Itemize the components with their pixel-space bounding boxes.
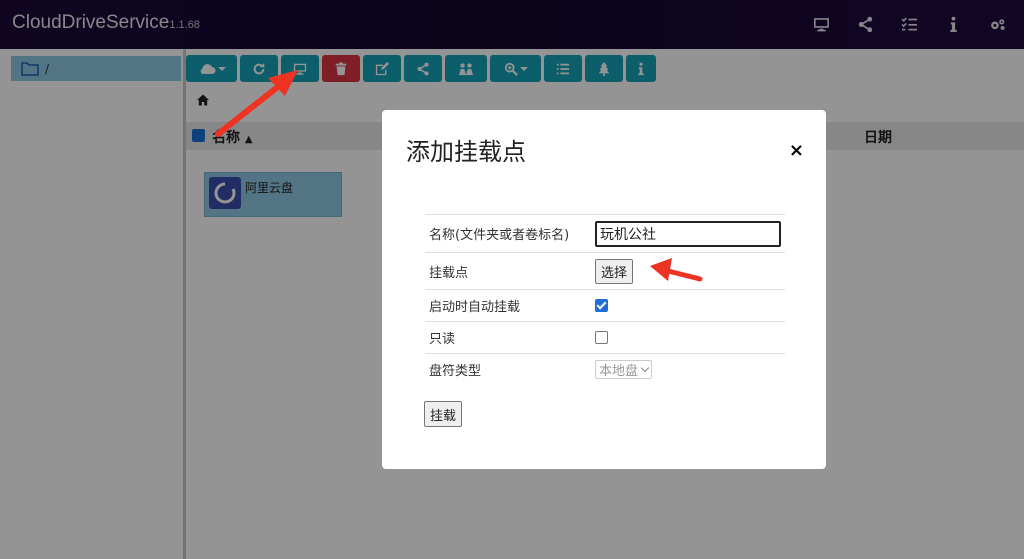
name-input[interactable] (595, 220, 781, 247)
auto-mount-checkbox[interactable] (595, 299, 608, 312)
mount-point-label: 挂载点 (425, 252, 591, 290)
mount-form: 名称(文件夹或者卷标名) 挂载点 选择 启动时自动挂载 只读 盘符类型 本地盘 (425, 214, 785, 386)
name-label: 名称(文件夹或者卷标名) (425, 214, 591, 253)
drive-type-label: 盘符类型 (425, 353, 591, 386)
dialog-title: 添加挂载点 (406, 138, 526, 166)
chevron-down-icon (640, 364, 650, 373)
auto-mount-label: 启动时自动挂载 (425, 289, 591, 322)
add-mount-dialog: 添加挂载点 × 名称(文件夹或者卷标名) 挂载点 选择 启动时自动挂载 只读 盘… (382, 110, 826, 469)
mount-submit-button[interactable]: 挂载 (424, 401, 463, 427)
close-icon[interactable]: × (789, 140, 804, 161)
readonly-checkbox[interactable] (595, 331, 608, 344)
select-mount-point-button[interactable]: 选择 (595, 258, 634, 284)
drive-type-select[interactable]: 本地盘 (595, 360, 653, 380)
drive-type-value: 本地盘 (599, 364, 639, 380)
readonly-label: 只读 (425, 321, 591, 354)
